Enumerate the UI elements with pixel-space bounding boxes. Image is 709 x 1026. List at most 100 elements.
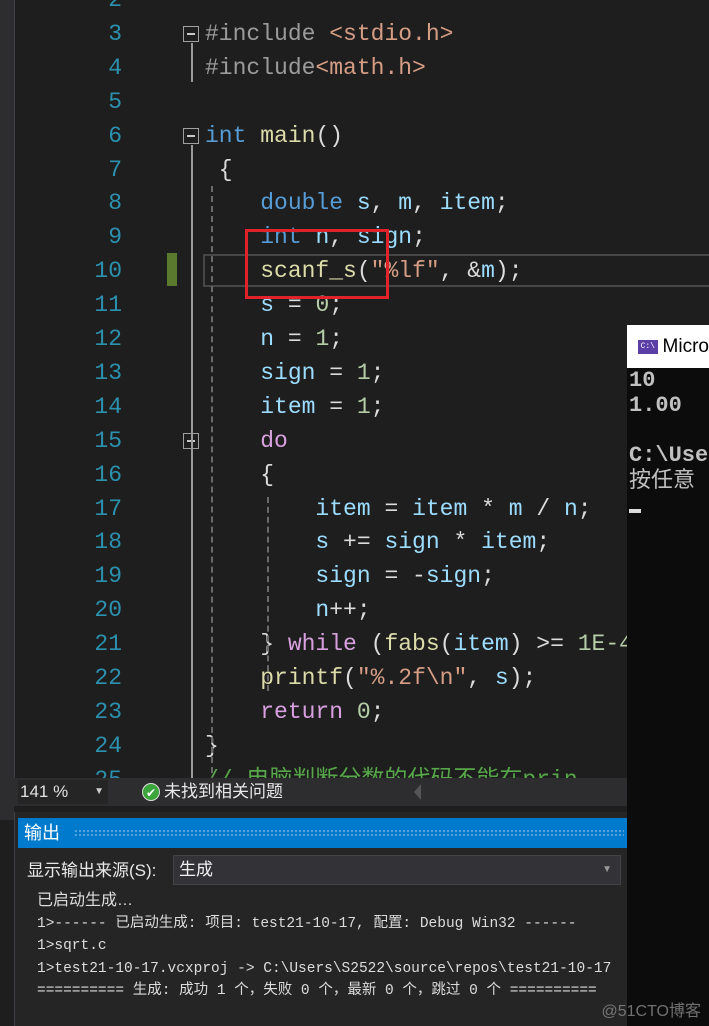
fold-guide — [191, 42, 193, 82]
indicator-margin — [14, 0, 54, 778]
code-token: n — [563, 495, 578, 522]
output-source-label: 显示输出来源(S): — [27, 861, 157, 880]
line-number: 20 — [94, 597, 122, 624]
code-token: , — [467, 665, 495, 691]
chevron-down-icon: ▼ — [602, 864, 612, 875]
editor-status-bar: 141 % ▼ ✔ 未找到相关问题 — [14, 778, 627, 806]
line-number: 2 — [108, 0, 122, 13]
zoom-dropdown[interactable]: 141 % ▼ — [18, 780, 108, 804]
zoom-value: 141 % — [20, 782, 69, 801]
code-token: 1 — [356, 359, 371, 386]
code-text: } while (fabs(item) >= 1E-4 — [205, 627, 633, 661]
output-panel-header[interactable]: 输出 — [18, 818, 628, 848]
output-source-select[interactable]: 生成 ▼ — [173, 855, 621, 885]
code-token: () — [315, 122, 344, 149]
output-line: ========== 生成: 成功 1 个，失败 0 个，最新 0 个，跳过 0… — [37, 983, 597, 999]
line-number: 17 — [94, 495, 122, 522]
output-line: 1>test21-10-17.vcxproj -> C:\Users\S2522… — [37, 960, 612, 977]
code-token: return — [260, 698, 344, 725]
code-token: += — [329, 529, 385, 556]
code-token: " — [453, 665, 468, 691]
code-token: n — [315, 597, 330, 624]
code-token: ); — [508, 665, 537, 691]
code-token: sign — [425, 563, 482, 590]
line-number: 21 — [94, 631, 122, 658]
code-line: 19 sign = -sign; — [54, 559, 709, 593]
console-window[interactable]: C:\ Micro 10 1.00 C:\Use 按任意 — [627, 325, 709, 1026]
code-token: ( — [439, 631, 454, 658]
code-line: 8 double s, m, item; — [54, 186, 709, 220]
code-token: ) >= — [508, 631, 578, 658]
code-token: sign — [260, 359, 316, 386]
code-token: * — [439, 529, 482, 556]
code-text: item = 1; — [205, 390, 384, 424]
left-tool-strip — [0, 0, 14, 820]
console-title-bar[interactable]: C:\ Micro — [627, 325, 709, 368]
code-line: 4 #include<math.h> — [54, 51, 709, 85]
code-line: 22 printf("%.2f\n", s); — [54, 661, 709, 695]
code-editor[interactable]: 2 3 #include <stdio.h> 4 #include<math.h> 5 6 i… — [54, 0, 709, 778]
issues-indicator[interactable]: ✔ 未找到相关问题 — [142, 780, 283, 804]
code-token: while — [287, 631, 357, 658]
console-output: 10 1.00 C:\Use 按任意 — [627, 368, 709, 493]
code-token: = — [370, 495, 413, 522]
line-number: 22 — [94, 665, 122, 691]
issues-text: 未找到相关问题 — [164, 782, 283, 801]
collapse-toggle-icon[interactable] — [183, 25, 199, 42]
code-token: = - — [370, 563, 426, 590]
code-token: , — [370, 190, 399, 217]
code-text: printf("%.2f\n", s); — [205, 661, 536, 695]
code-token: ; — [370, 698, 385, 725]
console-line: 10 — [629, 368, 656, 393]
code-line: 17 item = item * m / n; — [54, 492, 709, 526]
code-token: sign — [384, 529, 440, 556]
code-line: 3 #include <stdio.h> — [54, 17, 709, 51]
code-token: item — [481, 529, 537, 556]
output-line: 1>------ 已启动生成: 项目: test21-10-17, 配置: De… — [37, 915, 577, 932]
console-line: 1.00 — [629, 393, 682, 418]
code-token: item — [439, 190, 495, 217]
line-number: 23 — [94, 698, 122, 725]
console-cursor — [629, 509, 641, 513]
output-panel: 输出 显示输出来源(S): 生成 ▼ 已启动生成… 1>------ 已启动生成: … — [14, 812, 628, 1026]
drag-grip[interactable] — [74, 829, 624, 837]
code-text: #include<math.h> — [205, 51, 426, 85]
scroll-left-arrow[interactable] — [414, 784, 421, 800]
code-token: ++; — [329, 597, 371, 624]
code-line: 14 item = 1; — [54, 390, 709, 424]
code-text: n++; — [205, 593, 371, 627]
indent-guide — [267, 496, 269, 691]
collapse-toggle-icon[interactable] — [183, 127, 199, 144]
fold-guide — [191, 449, 193, 689]
line-number: 9 — [108, 224, 122, 251]
code-token: { — [260, 461, 275, 488]
code-token: #include — [205, 54, 316, 81]
code-token: int — [205, 122, 247, 149]
console-line: C:\Use — [629, 443, 709, 468]
code-token: ; — [536, 529, 551, 556]
code-token: main — [260, 122, 316, 149]
code-token: { — [205, 156, 233, 183]
output-title: 输出 — [24, 823, 60, 843]
code-token: , — [412, 190, 440, 217]
console-title: Micro — [662, 335, 709, 357]
output-text[interactable]: 已启动生成… 1>------ 已启动生成: 项目: test21-10-17, … — [37, 890, 627, 1003]
line-number: 5 — [108, 88, 122, 115]
line-number: 3 — [108, 20, 122, 47]
line-number: 14 — [94, 393, 122, 420]
line-number: 8 — [108, 190, 122, 217]
code-line: 23 return 0; — [54, 695, 709, 729]
code-token: double — [260, 190, 344, 217]
highlight-rectangle — [245, 229, 389, 299]
code-token: item — [315, 495, 371, 522]
